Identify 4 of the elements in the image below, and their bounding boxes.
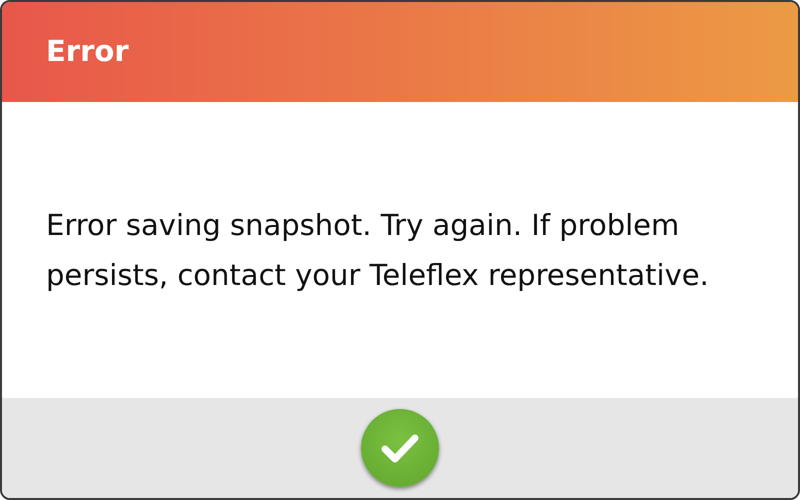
error-message: Error saving snapshot. Try again. If problem persists, contact your Teleflex representative. bbox=[46, 207, 710, 294]
checkmark-icon bbox=[380, 432, 420, 464]
confirm-button[interactable] bbox=[361, 409, 439, 487]
dialog-title: Error bbox=[46, 33, 129, 70]
